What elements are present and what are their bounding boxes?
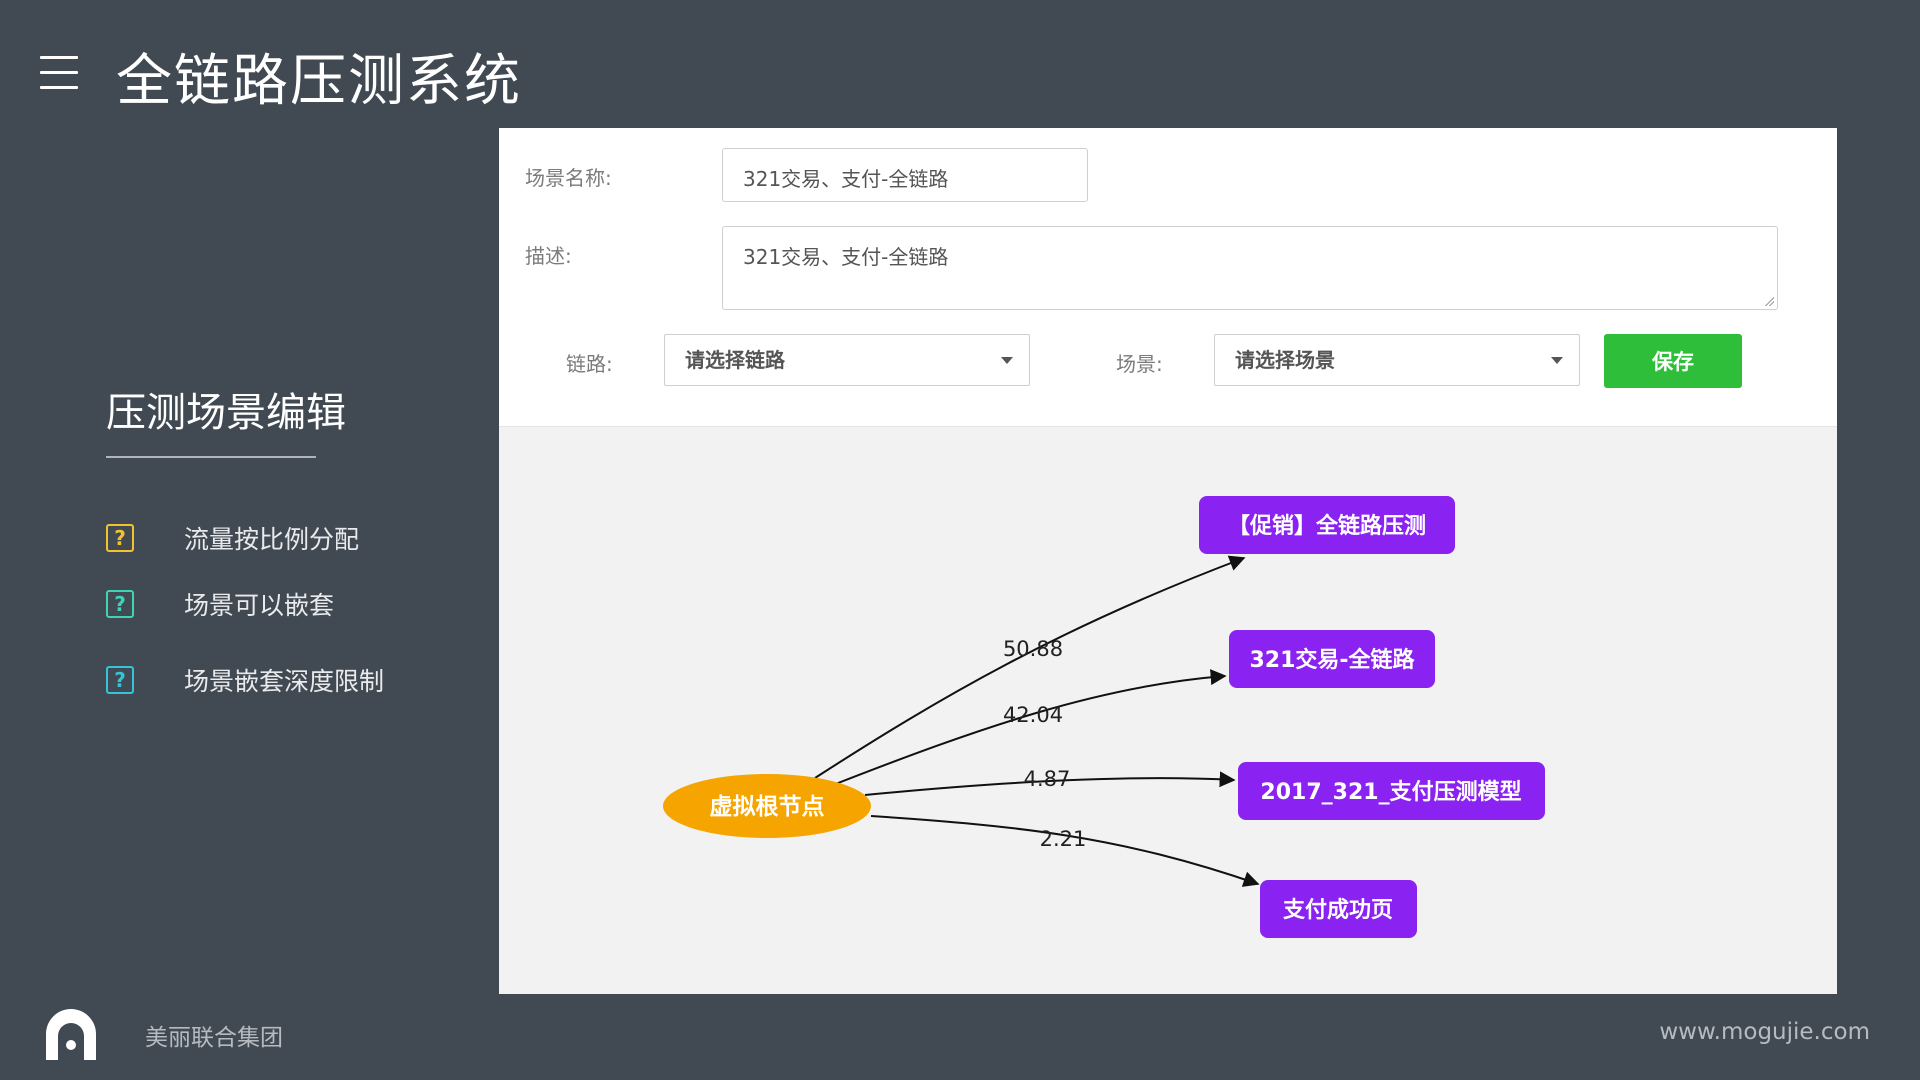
edge-weight-label: 42.04 bbox=[1003, 703, 1063, 727]
graph-node-label: 321交易-全链路 bbox=[1249, 647, 1415, 673]
question-icon: ? bbox=[106, 590, 134, 618]
description-text: 321交易、支付-全链路 bbox=[743, 245, 949, 269]
page-title: 全链路压测系统 bbox=[116, 49, 522, 114]
edge-weight-label: 2.21 bbox=[1040, 827, 1087, 851]
scene-name-input[interactable]: 321交易、支付-全链路 bbox=[722, 148, 1088, 202]
edge-weight-label: 4.87 bbox=[1024, 767, 1071, 791]
chevron-down-icon bbox=[1551, 357, 1563, 364]
graph-node[interactable]: 321交易-全链路 bbox=[1229, 630, 1435, 688]
scene-editor-panel: 场景名称: 321交易、支付-全链路 描述: 321交易、支付-全链路 链路: … bbox=[499, 128, 1837, 994]
scene-select-value: 请选择场景 bbox=[1235, 348, 1335, 372]
feature-item-ratio: ? 流量按比例分配 bbox=[106, 520, 359, 556]
graph-node[interactable]: 支付成功页 bbox=[1260, 880, 1417, 938]
graph-edge bbox=[814, 555, 1246, 779]
edge-weight-label: 50.88 bbox=[1003, 637, 1063, 661]
feature-label: 场景嵌套深度限制 bbox=[184, 667, 385, 696]
chevron-down-icon bbox=[1001, 357, 1013, 364]
scene-form: 场景名称: 321交易、支付-全链路 描述: 321交易、支付-全链路 链路: … bbox=[499, 128, 1837, 427]
link-select[interactable]: 请选择链路 bbox=[664, 334, 1030, 386]
company-logo-icon bbox=[46, 1009, 96, 1060]
description-label: 描述: bbox=[525, 244, 572, 268]
feature-label: 场景可以嵌套 bbox=[184, 591, 335, 620]
scene-graph: 50.88 42.04 4.87 2.21 虚拟根节点 【促销】全链路压测 32… bbox=[663, 496, 1545, 938]
save-button[interactable]: 保存 bbox=[1604, 334, 1742, 388]
company-name: 美丽联合集团 bbox=[145, 1025, 283, 1051]
scene-select[interactable]: 请选择场景 bbox=[1214, 334, 1580, 386]
question-icon: ? bbox=[106, 666, 134, 694]
company-url[interactable]: www.mogujie.com bbox=[1659, 1019, 1870, 1045]
graph-node-label: 2017_321_支付压测模型 bbox=[1260, 780, 1521, 805]
feature-item-nesting: ? 场景可以嵌套 bbox=[106, 586, 334, 622]
scene-label: 场景: bbox=[1116, 352, 1163, 376]
scene-name-label: 场景名称: bbox=[525, 166, 612, 190]
resize-grip-icon[interactable] bbox=[1764, 296, 1774, 306]
link-label: 链路: bbox=[566, 352, 613, 376]
graph-node-label: 【促销】全链路压测 bbox=[1228, 513, 1426, 539]
question-icon: ? bbox=[106, 524, 134, 552]
section-underline bbox=[106, 456, 316, 458]
graph-node[interactable]: 【促销】全链路压测 bbox=[1199, 496, 1455, 554]
graph-root-node[interactable]: 虚拟根节点 bbox=[663, 774, 871, 838]
link-select-value: 请选择链路 bbox=[685, 348, 785, 372]
feature-label: 流量按比例分配 bbox=[184, 525, 360, 554]
feature-item-depth-limit: ? 场景嵌套深度限制 bbox=[106, 662, 384, 698]
graph-node-label: 支付成功页 bbox=[1283, 898, 1393, 923]
section-title: 压测场景编辑 bbox=[106, 390, 346, 436]
root-node-label: 虚拟根节点 bbox=[710, 794, 825, 820]
graph-node[interactable]: 2017_321_支付压测模型 bbox=[1238, 762, 1545, 820]
description-textarea[interactable]: 321交易、支付-全链路 bbox=[722, 226, 1778, 310]
hamburger-menu-icon[interactable] bbox=[40, 56, 78, 94]
